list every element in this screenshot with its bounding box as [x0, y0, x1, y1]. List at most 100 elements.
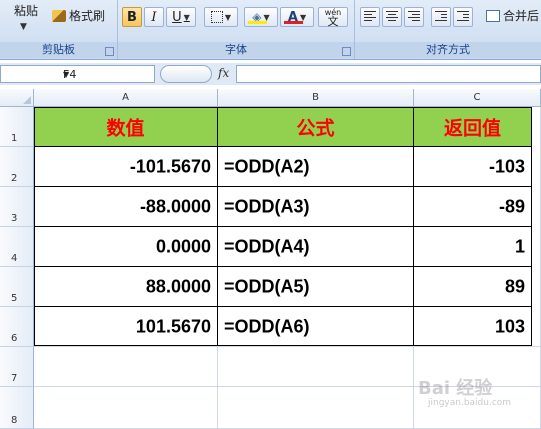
- cell-value: -88.0000: [139, 196, 211, 216]
- cell-a6[interactable]: 101.5670: [34, 307, 218, 347]
- border-button[interactable]: ▼: [204, 7, 238, 27]
- cell-c5[interactable]: 89: [414, 267, 532, 307]
- cell-d-column[interactable]: [532, 107, 541, 347]
- cell-formula: =ODD(A5): [224, 276, 310, 296]
- cell-c2[interactable]: -103: [414, 147, 532, 187]
- header-formula: 公式: [296, 118, 335, 139]
- cell-b4[interactable]: =ODD(A4): [218, 227, 414, 267]
- formula-bar-splitter[interactable]: [160, 65, 212, 83]
- cell-a8[interactable]: [34, 387, 218, 429]
- cell-b1[interactable]: 公式: [218, 107, 414, 147]
- row-header-3[interactable]: 3: [0, 187, 34, 227]
- cell-formula: =ODD(A3): [224, 196, 310, 216]
- dialog-launcher-icon[interactable]: [342, 47, 351, 56]
- cell-result: -89: [498, 196, 525, 216]
- row-header-7[interactable]: 7: [0, 347, 34, 387]
- cell-c4[interactable]: 1: [414, 227, 532, 267]
- align-left-button[interactable]: [360, 7, 380, 27]
- alignment-group: 合并后 对齐方式: [355, 0, 541, 59]
- underline-button[interactable]: U ▼: [166, 7, 196, 27]
- row-header-8[interactable]: 8: [0, 387, 34, 429]
- column-header-a[interactable]: A: [34, 89, 218, 107]
- column-header-b[interactable]: B: [218, 89, 414, 107]
- cell-c6[interactable]: 103: [414, 307, 532, 347]
- chevron-down-icon: ▼: [20, 22, 27, 32]
- font-color-button[interactable]: A ▼: [280, 7, 314, 27]
- phonetic-button[interactable]: wén 文: [318, 7, 348, 27]
- header-value: 数值: [106, 118, 145, 139]
- row-number: 2: [11, 173, 18, 184]
- format-painter-label: 格式刷: [69, 9, 106, 23]
- cell-a2[interactable]: -101.5670: [34, 147, 218, 187]
- fill-color-button[interactable]: ◈ ▼: [244, 7, 278, 27]
- cell-value: 0.0000: [155, 236, 211, 256]
- border-icon: [210, 11, 223, 23]
- cell-c3[interactable]: -89: [414, 187, 532, 227]
- ribbon: 粘贴 ▼ 格式刷 剪贴板 B I U ▼ ▼ ◈ ▼ A ▼ wén 文 字体 合并后 …: [0, 0, 541, 60]
- watermark-url: jingyan.baidu.com: [428, 398, 512, 408]
- cell-b6[interactable]: =ODD(A6): [218, 307, 414, 347]
- formula-input[interactable]: [236, 65, 541, 83]
- select-all-button[interactable]: [0, 89, 34, 107]
- format-painter-icon: [52, 9, 66, 22]
- row-header-4[interactable]: 4: [0, 227, 34, 267]
- chevron-down-icon[interactable]: ▼: [63, 70, 151, 79]
- cell-result: 103: [494, 316, 525, 336]
- format-painter-button[interactable]: 格式刷: [52, 7, 105, 24]
- font-group: B I U ▼ ▼ ◈ ▼ A ▼ wén 文 字体: [118, 0, 355, 59]
- name-box[interactable]: F4 ▼: [0, 65, 155, 83]
- font-color-swatch: [284, 21, 303, 24]
- insert-function-icon[interactable]: fx: [218, 66, 229, 80]
- cell-formula: =ODD(A6): [224, 316, 310, 336]
- chevron-down-icon: ▼: [224, 12, 232, 22]
- increase-indent-button[interactable]: [453, 7, 473, 27]
- table-divider: [34, 146, 532, 147]
- cell-a7[interactable]: [34, 347, 218, 387]
- cell-b5[interactable]: =ODD(A5): [218, 267, 414, 307]
- cell-a4[interactable]: 0.0000: [34, 227, 218, 267]
- cell-b8[interactable]: [218, 387, 414, 429]
- font-group-label: 字体: [118, 42, 354, 58]
- cell-b2[interactable]: =ODD(A2): [218, 147, 414, 187]
- cell-a1[interactable]: 数值: [34, 107, 218, 147]
- table-divider: [34, 266, 532, 267]
- cell-b3[interactable]: =ODD(A3): [218, 187, 414, 227]
- cell-c1[interactable]: 返回值: [414, 107, 532, 147]
- cell-value: -101.5670: [129, 156, 211, 176]
- alignment-group-label: 对齐方式: [355, 42, 541, 58]
- row-header-1[interactable]: 1: [0, 107, 34, 147]
- cell-a3[interactable]: -88.0000: [34, 187, 218, 227]
- italic-button[interactable]: I: [144, 7, 164, 27]
- row-number: 1: [11, 133, 18, 144]
- cell-a5[interactable]: 88.0000: [34, 267, 218, 307]
- cell-b7[interactable]: [218, 347, 414, 387]
- align-right-button[interactable]: [404, 7, 424, 27]
- cell-formula: =ODD(A4): [224, 236, 310, 256]
- merge-label: 合并后: [503, 9, 540, 23]
- underline-label: U: [172, 9, 182, 25]
- clipboard-group-label: 剪贴板: [0, 42, 117, 58]
- align-center-button[interactable]: [382, 7, 402, 27]
- cell-value: 101.5670: [135, 316, 211, 336]
- column-header-c[interactable]: C: [414, 89, 541, 107]
- fill-color-swatch: [248, 21, 267, 24]
- paste-button[interactable]: 粘贴 ▼: [8, 2, 50, 38]
- row-number: 6: [11, 333, 18, 344]
- chevron-down-icon: ▼: [183, 12, 190, 22]
- cell-value: 88.0000: [145, 276, 211, 296]
- row-number: 7: [11, 373, 18, 384]
- merge-button[interactable]: 合并后: [486, 7, 539, 24]
- dialog-launcher-icon[interactable]: [105, 47, 114, 56]
- cell-result: -103: [488, 156, 525, 176]
- cell-result: 89: [504, 276, 525, 296]
- bold-button[interactable]: B: [122, 7, 142, 27]
- row-header-5[interactable]: 5: [0, 267, 34, 307]
- row-header-2[interactable]: 2: [0, 147, 34, 187]
- decrease-indent-button[interactable]: [431, 7, 451, 27]
- table-divider: [34, 306, 532, 307]
- paste-label: 粘贴: [14, 4, 39, 18]
- row-header-6[interactable]: 6: [0, 307, 34, 347]
- merge-icon: [486, 9, 500, 22]
- phonetic-icon: 文: [327, 15, 339, 28]
- row-number: 4: [11, 253, 18, 264]
